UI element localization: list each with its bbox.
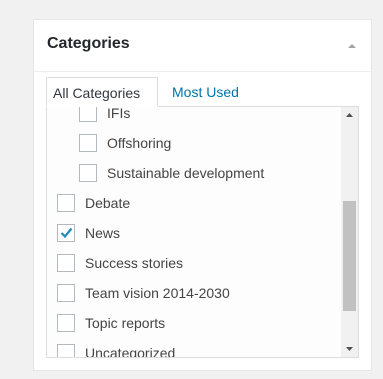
category-label: Topic reports: [85, 315, 166, 331]
metabox-header[interactable]: Categories: [34, 20, 371, 72]
category-label: Success stories: [85, 255, 184, 271]
scroll-down-arrow-icon[interactable]: [341, 340, 358, 357]
tab-all-categories[interactable]: All Categories: [46, 77, 158, 107]
category-label: News: [85, 225, 121, 241]
category-tabs: All Categories Most Used: [46, 77, 245, 107]
scrollbar-thumb[interactable]: [343, 201, 356, 311]
tab-most-used[interactable]: Most Used: [158, 77, 245, 107]
category-checkbox[interactable]: [57, 254, 75, 272]
category-label: Sustainable development: [107, 165, 265, 181]
category-checkbox[interactable]: [79, 164, 97, 182]
category-checkbox[interactable]: [57, 344, 75, 357]
category-label: Team vision 2014-2030: [85, 285, 230, 301]
category-item[interactable]: Success stories: [57, 251, 183, 275]
category-checkbox[interactable]: [57, 314, 75, 332]
category-item[interactable]: Topic reports: [57, 311, 165, 335]
category-checklist: IFIs Offshoring Sustainable development Deb…: [47, 106, 340, 357]
category-item[interactable]: Offshoring: [79, 131, 171, 155]
category-label: Offshoring: [107, 135, 172, 151]
checkmark-icon: [60, 227, 73, 239]
scrollbar[interactable]: [341, 107, 358, 357]
category-checkbox[interactable]: [57, 194, 75, 212]
category-checkbox[interactable]: [57, 284, 75, 302]
category-item[interactable]: Sustainable development: [79, 161, 264, 185]
category-label: Debate: [85, 195, 131, 211]
metabox-title: Categories: [47, 35, 130, 52]
category-checklist-panel: IFIs Offshoring Sustainable development Deb…: [46, 106, 359, 358]
category-item[interactable]: Team vision 2014-2030: [57, 281, 230, 305]
category-label: IFIs: [107, 106, 131, 121]
category-item[interactable]: Uncategorized: [57, 341, 175, 357]
collapse-arrow-icon[interactable]: [346, 39, 358, 51]
categories-metabox: Categories All Categories Most Used IFIs…: [33, 19, 372, 371]
category-checkbox[interactable]: [57, 224, 75, 242]
category-item[interactable]: Debate: [57, 191, 130, 215]
category-checkbox[interactable]: [79, 134, 97, 152]
category-item[interactable]: News: [57, 221, 120, 245]
category-checkbox[interactable]: [79, 107, 97, 122]
category-item[interactable]: IFIs: [79, 106, 131, 125]
scroll-up-arrow-icon[interactable]: [341, 107, 358, 124]
category-label: Uncategorized: [85, 345, 176, 357]
